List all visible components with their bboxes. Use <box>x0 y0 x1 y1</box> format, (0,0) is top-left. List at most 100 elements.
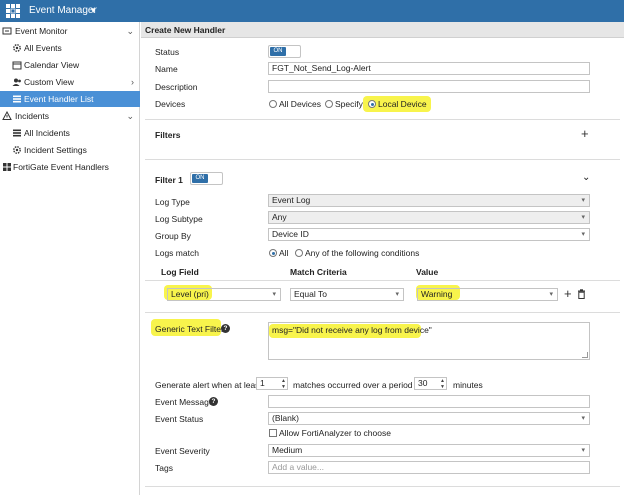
sidebar-item-label: Event Handler List <box>24 94 94 104</box>
column-header-log-field: Log Field <box>161 267 199 277</box>
sidebar-item-event-monitor[interactable]: Event Monitor ⌄ <box>0 23 140 39</box>
calendar-icon <box>12 61 22 70</box>
incidents-icon <box>2 111 12 120</box>
textarea-value: msg="Did not receive any log from device… <box>272 325 432 335</box>
radio-local-device[interactable] <box>368 100 376 108</box>
radio-logs-match-all[interactable] <box>269 249 277 257</box>
dropdown-arrow-icon: ▾ <box>581 415 585 422</box>
radio-label: Specify <box>335 99 363 109</box>
sidebar-item-all-incidents[interactable]: All Incidents <box>0 125 140 141</box>
divider <box>145 159 620 160</box>
name-label: Name <box>155 64 178 74</box>
log-field-select[interactable]: Level (pri) ▾ <box>167 288 281 301</box>
group-by-select[interactable]: Device ID ▾ <box>268 228 590 241</box>
description-input[interactable] <box>268 80 590 93</box>
filter1-title: Filter 1 <box>155 175 183 185</box>
name-input[interactable]: FGT_Not_Send_Log-Alert <box>268 62 590 75</box>
fortigate-icon <box>3 163 11 171</box>
users-icon <box>12 78 21 86</box>
dropdown-arrow-icon: ▾ <box>581 214 585 221</box>
tags-input[interactable]: Add a value... <box>268 461 590 474</box>
sidebar-item-label: Event Monitor <box>15 26 68 36</box>
help-icon[interactable]: ? <box>221 324 230 333</box>
devices-label: Devices <box>155 99 186 109</box>
value-select[interactable]: Warning ▾ <box>417 288 558 301</box>
list-icon <box>13 95 21 103</box>
log-subtype-select[interactable]: Any ▾ <box>268 211 590 224</box>
radio-all-devices[interactable] <box>269 100 277 108</box>
event-message-input[interactable] <box>268 395 590 408</box>
sidebar-item-label: Incident Settings <box>24 145 87 155</box>
radio-label: All Devices <box>279 99 322 109</box>
description-label: Description <box>155 82 198 92</box>
divider <box>145 486 620 487</box>
sidebar-item-label: FortiGate Event Handlers <box>13 162 109 172</box>
alert-prefix-label: Generate alert when at least <box>155 380 262 390</box>
chevron-down-icon[interactable]: ▾ <box>91 5 96 16</box>
group-by-label: Group By <box>155 231 191 241</box>
radio-label: Local Device <box>378 99 427 109</box>
dropdown-arrow-icon: ▾ <box>581 231 585 238</box>
sidebar-item-fortigate-event-handlers[interactable]: FortiGate Event Handlers <box>0 159 140 175</box>
input-value: 30 <box>418 378 428 388</box>
sidebar-item-calendar-view[interactable]: Calendar View <box>0 57 140 73</box>
settings-icon <box>13 146 21 154</box>
sidebar-item-label: Incidents <box>15 111 50 121</box>
filters-title: Filters <box>155 130 181 140</box>
allow-fortianalyzer-checkbox[interactable] <box>269 429 277 437</box>
page-header: Create New Handler <box>141 22 624 38</box>
logs-match-label: Logs match <box>155 248 199 258</box>
chevron-down-icon[interactable]: ⌄ <box>126 108 134 124</box>
radio-logs-match-any[interactable] <box>295 249 303 257</box>
sidebar-item-incidents[interactable]: Incidents ⌄ <box>0 108 140 124</box>
collapse-chevron-icon[interactable]: ⌄ <box>582 172 590 183</box>
chevron-right-icon[interactable]: › <box>131 74 134 90</box>
column-header-match-criteria: Match Criteria <box>290 267 347 277</box>
alert-middle-label: matches occurred over a period of <box>293 380 422 390</box>
status-label: Status <box>155 47 180 57</box>
trash-icon[interactable] <box>577 289 586 299</box>
toggle-on-label: ON <box>270 47 286 56</box>
app-title[interactable]: Event Manager <box>29 5 97 16</box>
event-monitor-icon <box>2 27 12 35</box>
add-filter-icon[interactable]: + <box>581 127 589 140</box>
radio-label: Any of the following conditions <box>305 248 420 258</box>
select-value: Warning <box>421 289 453 299</box>
divider <box>145 280 620 281</box>
generic-text-filter-label: Generic Text Filter <box>155 324 224 334</box>
resize-handle-icon[interactable] <box>582 352 588 358</box>
chevron-down-icon[interactable]: ⌄ <box>126 23 134 39</box>
divider <box>145 312 620 313</box>
add-condition-icon[interactable]: + <box>564 287 572 300</box>
fortinet-grid-icon[interactable] <box>6 4 20 18</box>
log-type-select[interactable]: Event Log ▾ <box>268 194 590 207</box>
event-severity-label: Event Severity <box>155 446 210 456</box>
dropdown-arrow-icon: ▾ <box>549 291 553 298</box>
help-icon[interactable]: ? <box>209 397 218 406</box>
dropdown-arrow-icon: ▾ <box>395 291 399 298</box>
radio-specify[interactable] <box>325 100 333 108</box>
sidebar-item-incident-settings[interactable]: Incident Settings <box>0 142 140 158</box>
sidebar-item-custom-view[interactable]: Custom View › <box>0 74 140 90</box>
event-status-select[interactable]: (Blank) ▾ <box>268 412 590 425</box>
generic-text-filter-textarea[interactable]: msg="Did not receive any log from device… <box>268 322 590 360</box>
match-criteria-select[interactable]: Equal To ▾ <box>290 288 404 301</box>
sidebar-item-label: Calendar View <box>24 60 80 70</box>
sidebar-item-all-events[interactable]: All Events <box>0 40 140 56</box>
sidebar-item-label: Custom View <box>24 77 74 87</box>
event-severity-select[interactable]: Medium ▾ <box>268 444 590 457</box>
list-icon <box>13 129 21 137</box>
sidebar-item-event-handler-list[interactable]: Event Handler List <box>0 91 140 107</box>
log-subtype-label: Log Subtype <box>155 214 203 224</box>
period-stepper-icon[interactable]: ▲ ▼ <box>439 378 446 391</box>
select-value: Level (pri) <box>171 289 209 299</box>
dropdown-arrow-icon: ▾ <box>581 447 585 454</box>
toggle-on-label: ON <box>192 174 208 183</box>
main-panel: Create New Handler Status ON Name FGT_No… <box>141 22 624 495</box>
select-value: Any <box>272 212 287 222</box>
event-status-label: Event Status <box>155 414 204 424</box>
filter1-toggle[interactable]: ON <box>190 172 223 185</box>
status-toggle[interactable]: ON <box>268 45 301 58</box>
count-stepper-icon[interactable]: ▲ ▼ <box>280 378 287 391</box>
tags-label: Tags <box>155 463 173 473</box>
